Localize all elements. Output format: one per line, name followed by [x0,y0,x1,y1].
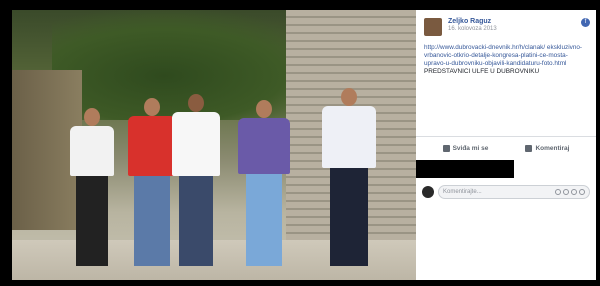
thumbs-up-icon [442,145,450,152]
comment-label: Komentiraj [535,145,570,152]
photo-person-1 [70,108,114,266]
camera-icon[interactable] [563,189,569,195]
comment-placeholder: Komentirajte... [443,189,482,195]
photo-person-3 [172,94,220,266]
comment-row: Komentirajte... [422,185,590,199]
comment-input[interactable]: Komentirajte... [438,185,590,199]
comment-button[interactable]: Komentiraj [525,145,569,152]
photo-person-4 [238,100,290,266]
comment-icon [525,145,533,152]
post-actions: Sviđa mi se Komentiraj [424,145,588,152]
post-photo[interactable] [12,10,416,280]
post-link[interactable]: http://www.dubrovacki-dnevnik.hr/h/clana… [424,44,588,68]
photo-person-2 [128,98,176,266]
post-caption: PREDSTAVNICI ULFE U DUBROVNIKU [424,68,540,75]
photo-person-5 [322,88,376,266]
author-avatar[interactable] [424,18,442,36]
post-header: Zeljko Raguz 16. kolovoza 2013 [416,10,596,36]
gif-icon[interactable] [571,189,577,195]
facebook-icon: f [581,18,590,27]
comment-icons [555,189,585,195]
like-button[interactable]: Sviđa mi se [442,145,489,152]
redacted-bar [416,160,514,178]
post-body: http://www.dubrovacki-dnevnik.hr/h/clana… [416,36,596,76]
post-date[interactable]: 16. kolovoza 2013 [448,26,497,32]
screenshot-frame: Zeljko Raguz 16. kolovoza 2013 f http://… [6,6,596,280]
sticker-icon[interactable] [579,189,585,195]
author-name[interactable]: Zeljko Raguz [448,18,497,25]
actions-divider [416,136,596,137]
emoji-icon[interactable] [555,189,561,195]
post-panel: Zeljko Raguz 16. kolovoza 2013 f http://… [416,10,596,280]
commenter-avatar [422,186,434,198]
like-label: Sviđa mi se [452,145,489,152]
